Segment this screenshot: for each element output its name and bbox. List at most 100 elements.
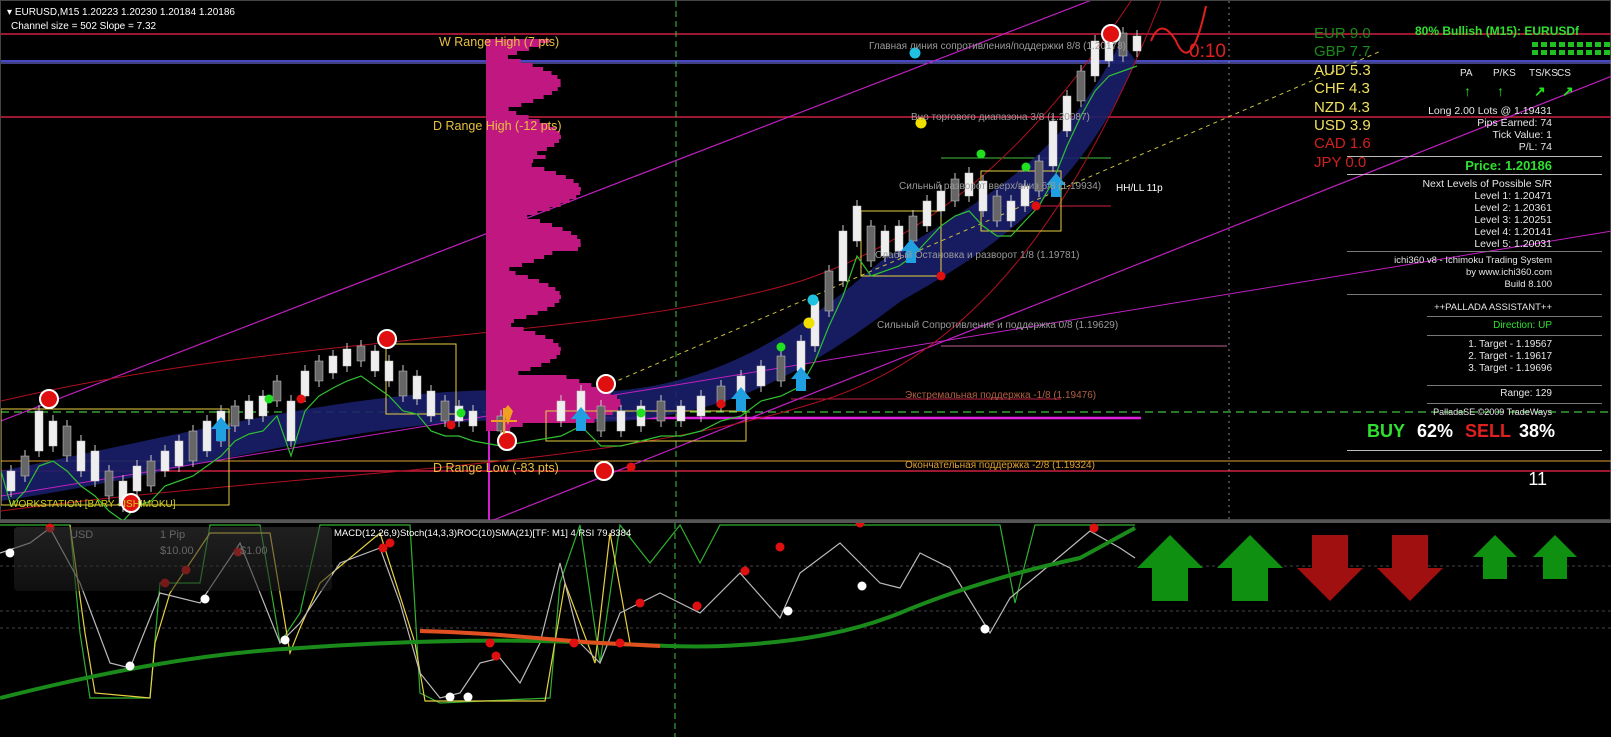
signal-circle bbox=[594, 461, 614, 481]
sell-percent: 38% bbox=[1519, 421, 1556, 441]
candle-body bbox=[596, 405, 606, 432]
candle-body bbox=[908, 215, 918, 242]
trade-info: Long 2.00 Lots @ 1.19431 bbox=[1428, 105, 1552, 117]
candle-body bbox=[76, 440, 86, 472]
candle-body bbox=[356, 345, 366, 362]
divider bbox=[1347, 251, 1602, 252]
col-header-ts-ks: TS/KS bbox=[1529, 68, 1558, 79]
pips-earned: Pips Earned: 74 bbox=[1477, 117, 1552, 129]
murrey-weak-stop-label: Слабый Остановка и разворот 1/8 (1.19781… bbox=[875, 250, 1080, 261]
buy-label: BUY bbox=[1367, 421, 1406, 441]
candle-body bbox=[852, 205, 862, 242]
indicator-subwindow[interactable]: USD 1 Pip $10.00 $1.00 MACD(12,26,9)Stoc… bbox=[0, 520, 1611, 737]
signal-dot bbox=[716, 399, 726, 409]
candle-body bbox=[272, 380, 282, 402]
candle-body bbox=[370, 350, 380, 372]
up-arrow-icon: ↑ bbox=[1464, 83, 1471, 99]
direction: Direction: UP bbox=[1493, 320, 1552, 331]
candle-body bbox=[866, 225, 876, 262]
candle-body bbox=[300, 370, 310, 397]
signal-dot bbox=[296, 394, 306, 404]
currency-eur: EUR 9.0 bbox=[1314, 25, 1371, 42]
up-arrow-icon bbox=[1217, 535, 1283, 601]
candle-body bbox=[936, 190, 946, 212]
candle-body bbox=[656, 400, 666, 422]
rsi-dot bbox=[635, 598, 645, 608]
rsi-dot bbox=[125, 661, 135, 671]
up-arrow-icon: ↑ bbox=[1497, 83, 1504, 99]
target-level: 2. Target - 1.19617 bbox=[1468, 351, 1552, 362]
bar-count: 11 bbox=[1528, 469, 1547, 489]
col-header-p-ks: P/KS bbox=[1493, 68, 1516, 79]
currency-chf: CHF 4.3 bbox=[1314, 80, 1370, 98]
ghost-pip: 1 Pip bbox=[160, 529, 186, 541]
murrey-final-label: Окончательная поддержка -2/8 (1.19324) bbox=[905, 460, 1095, 471]
murrey-main-resistance-label: Главная линия сопротивления/поддержки 8/… bbox=[869, 41, 1126, 52]
candle-body bbox=[48, 420, 58, 447]
ichi-build: Build 8.100 bbox=[1504, 279, 1552, 290]
copyright: PalladaSE ©2009 TradeWays bbox=[1433, 407, 1552, 417]
candle-body bbox=[922, 200, 932, 227]
d-range-low-label: D Range Low (-83 pts) bbox=[433, 461, 559, 475]
hhll-label: HH/LL 11p bbox=[1116, 183, 1163, 194]
ichi-url: by www.ichi360.com bbox=[1465, 267, 1552, 278]
next-levels-title: Next Levels of Possible S/R bbox=[1422, 178, 1552, 190]
sr-level: Level 1: 1.20471 bbox=[1474, 190, 1552, 202]
candle-body bbox=[90, 450, 100, 482]
candle-body bbox=[174, 440, 184, 467]
murrey-top-range-label: Вно торгового диапазона 3/8 (1.20087) bbox=[911, 112, 1090, 123]
signal-dot bbox=[636, 408, 646, 418]
divider bbox=[1347, 294, 1602, 295]
candle-body bbox=[314, 360, 324, 382]
signal-dot bbox=[776, 342, 786, 352]
strength-bars bbox=[1532, 42, 1611, 56]
currency-cad: CAD 1.6 bbox=[1314, 135, 1371, 153]
workstation-label: WORKSTATION [BARY - ISHIMOKU] bbox=[9, 499, 176, 510]
currency-aud: AUD 5.3 bbox=[1314, 61, 1371, 79]
candle-body bbox=[6, 470, 16, 492]
level-marker-icon bbox=[807, 294, 819, 306]
candle-body bbox=[230, 405, 240, 427]
info-panel: EUR 9.0 GBP 7.7 AUD 5.3 CHF 4.3 NZD 4.3 USD 3… bbox=[1314, 1, 1611, 521]
main-chart-window[interactable]: ▾ EURUSD,M15 1.20223 1.20230 1.20184 1.2… bbox=[0, 0, 1611, 521]
signal-dot bbox=[446, 420, 456, 430]
divider bbox=[1427, 403, 1602, 404]
candle-body bbox=[412, 375, 422, 400]
signal-circle bbox=[497, 431, 517, 451]
rsi-dot bbox=[485, 638, 495, 648]
signal-dot bbox=[626, 462, 636, 472]
up-arrow-icon bbox=[1533, 535, 1577, 579]
candle-body bbox=[556, 400, 566, 422]
signal-dot bbox=[456, 408, 466, 418]
rsi-dot bbox=[783, 606, 793, 616]
profit-loss: P/L: 74 bbox=[1518, 141, 1552, 153]
candle-body bbox=[342, 348, 352, 367]
currency-usd: USD 3.9 bbox=[1314, 117, 1371, 134]
divider bbox=[1427, 385, 1602, 386]
candle-body bbox=[992, 195, 1002, 222]
tick-value: Tick Value: 1 bbox=[1492, 129, 1552, 141]
murrey-extreme-label: Экстремальная поддержка -1/8 (1.19476) bbox=[905, 390, 1097, 401]
signal-dot bbox=[976, 149, 986, 159]
sr-level: Level 5: 1.20031 bbox=[1474, 238, 1552, 250]
candle-body bbox=[1006, 200, 1016, 222]
rsi-dot bbox=[200, 594, 210, 604]
murrey-strong-reversal-label: Сильный разворот вверх/вниз 6/8 (1.19934… bbox=[899, 181, 1102, 192]
candle-body bbox=[756, 365, 766, 387]
buy-percent: 62% bbox=[1417, 421, 1454, 441]
candle-body bbox=[796, 340, 806, 372]
candle-body bbox=[160, 450, 170, 472]
divider bbox=[1347, 156, 1602, 157]
up-arrow-icon: ↗ bbox=[1534, 83, 1546, 99]
candle-body bbox=[244, 400, 254, 420]
down-arrow-icon bbox=[1377, 535, 1443, 601]
candle-body bbox=[132, 465, 142, 492]
candle-body bbox=[426, 390, 436, 417]
bar-timer: 0:10 bbox=[1189, 41, 1226, 62]
sr-level: Level 3: 1.20251 bbox=[1474, 214, 1552, 226]
currency-nzd: NZD 4.3 bbox=[1314, 98, 1370, 116]
range-value: Range: 129 bbox=[1500, 388, 1552, 399]
rsi-dot bbox=[615, 638, 625, 648]
candle-body bbox=[188, 430, 198, 462]
candle-body bbox=[824, 270, 834, 312]
